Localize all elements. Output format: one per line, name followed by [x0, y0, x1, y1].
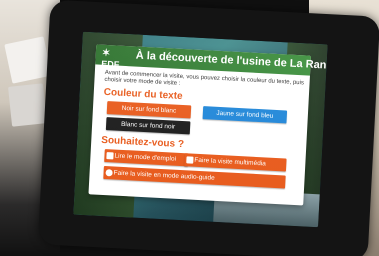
section-wish: Souhaitez-vous ? [101, 134, 185, 151]
audio-label: Faire la visite en mode audio-guide [113, 169, 215, 182]
star-icon: ✶ [101, 47, 111, 59]
logo-text: EDF [101, 58, 120, 70]
paper-sheet [8, 83, 47, 127]
color-option-yellow-blue[interactable]: Jaune sur fond bleu [202, 106, 288, 124]
welcome-panel: ✶ EDF À la découverte de l'usine de La R… [88, 44, 328, 206]
color-option-black-white[interactable]: Noir sur fond blanc [106, 101, 192, 119]
section-text-color: Couleur du texte [103, 86, 183, 103]
paper-sheet [4, 36, 52, 84]
photo-scene: ✶ EDF À la découverte de l'usine de La R… [0, 0, 379, 256]
speaker-icon [105, 169, 113, 177]
instructions-label: Lire le mode d'emploi [114, 152, 177, 163]
tablet-screen: ✶ EDF À la découverte de l'usine de La R… [73, 31, 328, 228]
screen-icon [186, 156, 194, 164]
multimedia-label: Faire la visite multimédia [194, 156, 267, 168]
color-option-white-black[interactable]: Blanc sur fond noir [105, 117, 191, 135]
instructions-button[interactable]: Lire le mode d'emploi [104, 149, 189, 167]
book-icon [106, 152, 114, 160]
multimedia-visit-button[interactable]: Faire la visite multimédia [184, 153, 287, 172]
edf-logo: ✶ EDF [101, 47, 126, 69]
